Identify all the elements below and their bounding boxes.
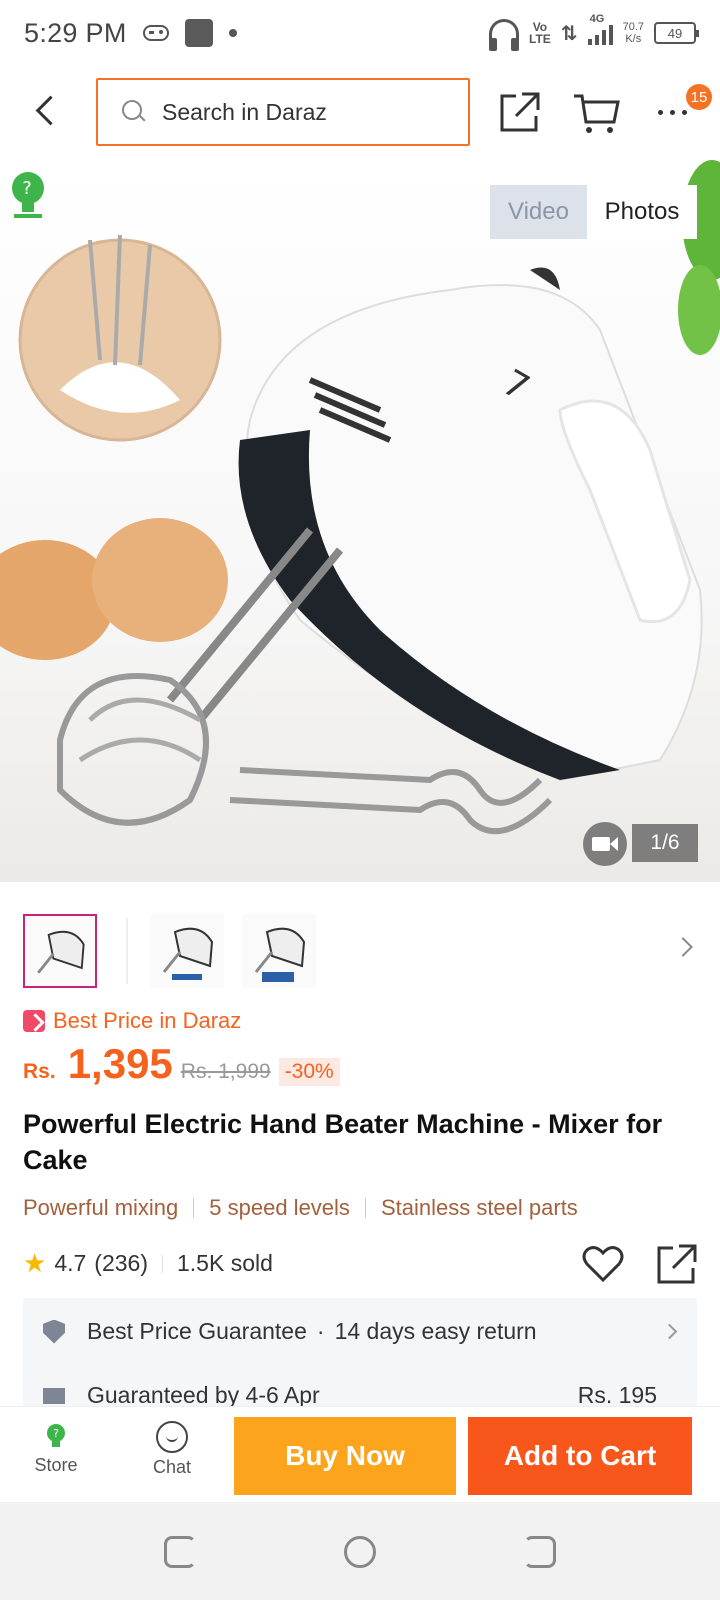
currency-label: Rs.: [23, 1060, 56, 1083]
app-header: 15: [0, 66, 720, 158]
share-icon[interactable]: [655, 1242, 699, 1286]
heart-icon[interactable]: [581, 1244, 625, 1284]
chat-icon: [156, 1421, 188, 1453]
bottom-action-bar: ? Store Chat Buy Now Add to Cart: [0, 1406, 720, 1502]
feature-1: Powerful mixing: [23, 1195, 179, 1220]
product-image: ? 7: [0, 160, 720, 835]
media-tabs: Video Photos: [490, 185, 697, 239]
thumbnail-3[interactable]: [242, 914, 316, 988]
return-policy: 14 days easy return: [334, 1318, 537, 1344]
chevron-right-icon[interactable]: [673, 937, 693, 957]
tab-photos[interactable]: Photos: [587, 185, 697, 239]
system-navigation-bar: [0, 1502, 720, 1600]
tab-video[interactable]: Video: [490, 185, 587, 239]
feature-2: 5 speed levels: [209, 1195, 350, 1220]
battery-icon: 49: [654, 22, 699, 44]
share-icon[interactable]: [496, 88, 544, 136]
rating-divider: [162, 1254, 163, 1273]
delivery-estimate: Guaranteed by 4-6 Apr: [87, 1382, 320, 1406]
add-to-cart-button[interactable]: Add to Cart: [468, 1417, 692, 1495]
star-icon: ★: [23, 1248, 47, 1278]
thumbnail-strip: [0, 914, 720, 990]
gamepad-icon: [142, 25, 169, 41]
original-price: Rs. 1,999: [180, 1060, 271, 1083]
image-counter: 1/6: [632, 824, 698, 862]
price-tag-icon: [23, 1010, 45, 1032]
back-icon[interactable]: [30, 94, 64, 128]
rating-value[interactable]: 4.7: [54, 1250, 86, 1277]
price-row: Rs. 1,395 Rs. 1,999 -30%: [23, 1040, 340, 1088]
feature-3: Stainless steel parts: [380, 1195, 578, 1220]
recent-apps-icon[interactable]: [164, 1536, 196, 1568]
thumbnail-1[interactable]: [23, 914, 97, 988]
feature-divider: [193, 1198, 195, 1218]
status-notification-icons: [142, 19, 237, 47]
delivery-fee: Rs. 195: [577, 1382, 657, 1406]
data-activity-icon: ⇅: [560, 22, 578, 45]
search-icon: [122, 100, 146, 124]
best-price-banner: Best Price in Daraz: [23, 1008, 241, 1034]
sold-count: 1.5K sold: [177, 1250, 273, 1276]
thumbnail-divider: [126, 918, 128, 984]
home-icon[interactable]: [344, 1536, 376, 1568]
network-gen-label: 4G: [589, 13, 605, 25]
network-speed-value: 70.7: [622, 21, 644, 33]
svg-text:?: ?: [53, 1427, 59, 1440]
guarantee-separator: ·: [316, 1318, 325, 1344]
delivery-row[interactable]: Guaranteed by 4-6 Apr Rs. 195: [43, 1382, 683, 1406]
volte-indicator: Vo LTE: [529, 20, 551, 46]
svg-text:?: ?: [22, 178, 32, 199]
more-notifications-dot-icon: [228, 29, 237, 37]
system-back-icon[interactable]: [524, 1536, 556, 1568]
battery-level: 49: [667, 25, 683, 41]
store-label: Store: [34, 1455, 78, 1475]
cart-count-badge: 15: [686, 84, 712, 110]
store-button[interactable]: ? Store: [16, 1421, 96, 1476]
status-time: 5:29 PM: [24, 17, 127, 48]
product-image-gallery[interactable]: ? 7 Video Photos 1/6: [0, 160, 720, 882]
store-icon: ?: [47, 1424, 65, 1447]
guarantee-panel[interactable]: Best Price Guarantee · 14 days easy retu…: [23, 1298, 697, 1406]
network-speed-unit: K/s: [625, 33, 642, 45]
app-notification-icon: [184, 19, 213, 47]
truck-icon: [43, 1387, 65, 1404]
guarantee-row[interactable]: Best Price Guarantee · 14 days easy retu…: [43, 1318, 683, 1345]
search-bar[interactable]: [96, 78, 470, 146]
best-price-guarantee: Best Price Guarantee: [87, 1318, 307, 1344]
shield-icon: [43, 1319, 65, 1344]
best-price-text: Best Price in Daraz: [53, 1008, 242, 1033]
search-input[interactable]: [162, 98, 442, 126]
signal-icon: 4G: [587, 13, 613, 45]
chat-label: Chat: [152, 1457, 192, 1477]
product-title: Powerful Electric Hand Beater Machine - …: [23, 1109, 663, 1175]
feature-highlights: Powerful mixing 5 speed levels Stainless…: [23, 1195, 578, 1221]
store-logo: ?: [12, 172, 44, 218]
chevron-right-icon: [661, 1323, 678, 1340]
status-bar: 5:29 PM Vo LTE ⇅ 4G 70.7 K/s 49: [0, 0, 720, 66]
rating-row: ★ 4.7 (236) 1.5K sold: [23, 1244, 703, 1284]
cart-icon[interactable]: [572, 88, 620, 136]
status-system-icons: Vo LTE ⇅ 4G 70.7 K/s 49: [489, 13, 699, 51]
discount-badge: -30%: [278, 1058, 340, 1086]
thumbnail-2[interactable]: [150, 914, 224, 988]
current-price: 1,395: [67, 1040, 173, 1087]
network-speed: 70.7 K/s: [623, 21, 644, 45]
video-camera-icon[interactable]: [583, 822, 627, 866]
review-count[interactable]: (236): [94, 1250, 148, 1277]
chat-button[interactable]: Chat: [132, 1421, 212, 1478]
buy-now-button[interactable]: Buy Now: [234, 1417, 456, 1495]
feature-divider: [364, 1198, 366, 1218]
headphone-icon: [489, 19, 520, 51]
